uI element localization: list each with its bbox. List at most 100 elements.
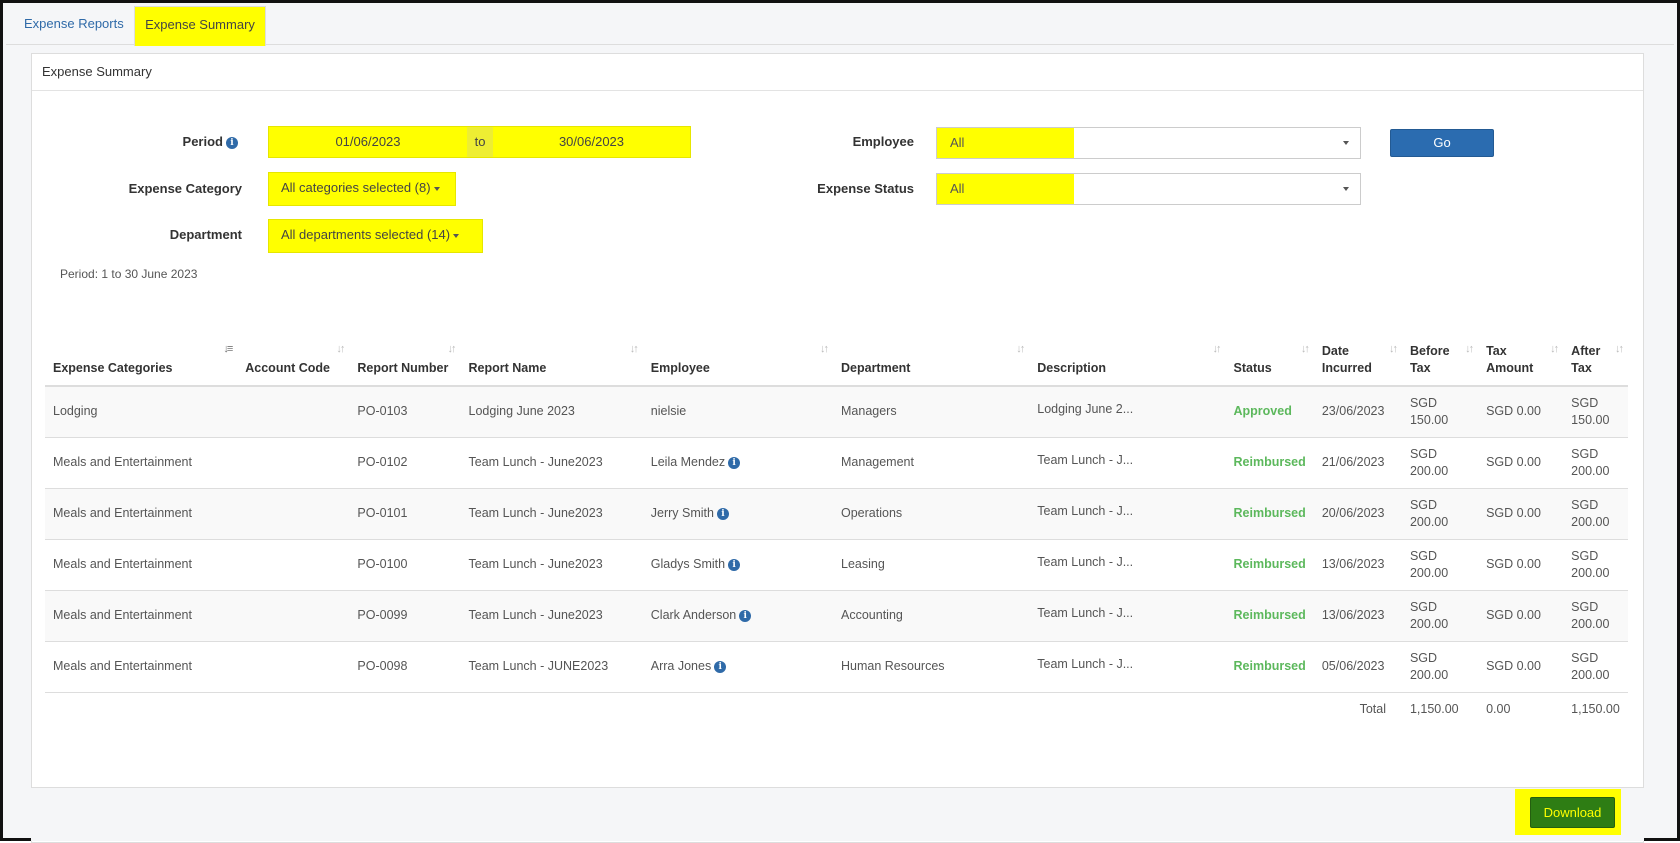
period-to-input[interactable]: 30/06/2023 [493, 127, 690, 157]
report-name-cell-text[interactable]: Team Lunch - June2023 [469, 557, 603, 571]
download-button[interactable]: Download [1530, 797, 1615, 828]
after-tax-cell: SGD 200.00 [1563, 641, 1628, 693]
table-row[interactable]: Meals and Entertainment PO-0102 Team Lunch… [45, 437, 1628, 489]
expense-status-value: All [937, 174, 1074, 204]
after-tax-cell-text: SGD 200.00 [1571, 497, 1610, 529]
status-cell-text: Approved [1233, 404, 1292, 419]
category-cell: Meals and Entertainment [45, 437, 238, 489]
account-code-cell [237, 437, 350, 489]
info-icon[interactable]: i [728, 558, 741, 571]
expense-status-select[interactable]: All [936, 173, 1361, 205]
before-tax-cell: SGD 200.00 [1401, 488, 1479, 540]
report-number-cell-text: PO-0100 [357, 557, 408, 571]
report-number-cell: PO-0099 [349, 590, 461, 642]
column-header[interactable]: Employee ↓↑ [642, 334, 833, 387]
table-row[interactable]: Meals and Entertainment PO-0099 Team Lunch… [45, 590, 1628, 642]
sort-icon[interactable]: ↓↑ [1550, 341, 1559, 358]
tax-amount-cell: SGD 0.00 [1478, 386, 1564, 438]
column-header[interactable]: Report Name ↓↑ [460, 334, 643, 387]
after-tax-cell-text: SGD 200.00 [1571, 599, 1610, 631]
info-icon[interactable]: i [716, 507, 729, 520]
info-icon[interactable]: i [728, 456, 741, 469]
column-header-label: Status [1233, 361, 1272, 375]
report-name-cell-text[interactable]: Lodging June 2023 [469, 404, 575, 418]
period-from-input[interactable]: 01/06/2023 [269, 127, 467, 157]
department-cell: Accounting [833, 590, 1030, 642]
report-number-cell: PO-0103 [349, 386, 461, 438]
tax-amount-cell: SGD 0.00 [1478, 437, 1564, 489]
sort-icon[interactable]: ↓↑ [448, 341, 457, 358]
date-incurred-cell-text: 13/06/2023 [1321, 557, 1385, 571]
date-incurred-cell-text: 13/06/2023 [1321, 608, 1385, 622]
go-button[interactable]: Go [1390, 129, 1494, 157]
description-cell: Lodging June 2... [1029, 386, 1226, 438]
column-header[interactable]: Report Number ↓↑ [349, 334, 461, 387]
report-name-cell-text[interactable]: Team Lunch - June2023 [469, 506, 603, 520]
description-cell: Team Lunch - J... [1029, 641, 1226, 693]
info-icon[interactable]: i [714, 660, 727, 673]
sort-icon[interactable]: ↓≡ [223, 341, 233, 358]
table-row[interactable]: Meals and Entertainment PO-0100 Team Lunch… [45, 539, 1628, 591]
info-icon[interactable]: i [226, 136, 238, 149]
table-total-row: Total 1,150.00 0.00 1,150.00 [45, 692, 1628, 726]
report-name-cell: Team Lunch - June2023 [460, 539, 643, 591]
after-tax-cell: SGD 200.00 [1563, 488, 1628, 540]
sort-icon[interactable]: ↓↑ [1213, 341, 1222, 358]
table-row[interactable]: Lodging PO-0103 Lodging June 2023 nielsie Ma… [45, 386, 1628, 438]
report-name-cell: Team Lunch - June2023 [460, 437, 643, 489]
expense-category-dropdown[interactable]: All categories selected (8) [268, 172, 456, 206]
sort-icon[interactable]: ↓↑ [1465, 341, 1474, 358]
tax-amount-cell: SGD 0.00 [1478, 488, 1564, 540]
description-cell-text: Team Lunch - J... [1037, 452, 1134, 467]
expense-status-label: Expense Status [817, 181, 914, 196]
sort-icon[interactable]: ↓↑ [336, 341, 345, 358]
tab-expense-summary[interactable]: Expense Summary [134, 6, 266, 46]
report-name-cell-text[interactable]: Team Lunch - JUNE2023 [469, 659, 609, 673]
sort-icon[interactable]: ↓↑ [820, 341, 829, 358]
department-dropdown[interactable]: All departments selected (14) [268, 219, 483, 253]
after-tax-cell-text: SGD 150.00 [1571, 395, 1610, 427]
employee-cell: Arra Jones i [642, 641, 833, 693]
tax-amount-cell-text: SGD 0.00 [1486, 608, 1541, 622]
employee-cell-text: Gladys Smith [650, 557, 726, 571]
column-header[interactable]: Account Code ↓↑ [237, 334, 350, 387]
before-tax-cell: SGD 200.00 [1401, 437, 1479, 489]
department-cell: Leasing [833, 539, 1030, 591]
department-cell-text: Human Resources [841, 659, 945, 673]
report-name-cell: Team Lunch - June2023 [460, 488, 643, 540]
column-header[interactable]: Date Incurred ↓↑ [1313, 334, 1402, 387]
employee-select[interactable]: All [936, 127, 1361, 159]
column-header-label: After Tax [1571, 344, 1601, 375]
table-row[interactable]: Meals and Entertainment PO-0101 Team Lunch… [45, 488, 1628, 540]
department-cell: Human Resources [833, 641, 1030, 693]
sort-icon[interactable]: ↓↑ [1016, 341, 1025, 358]
report-name-cell-text[interactable]: Team Lunch - June2023 [469, 608, 603, 622]
department-cell-text: Operations [841, 506, 903, 520]
sort-icon[interactable]: ↓↑ [630, 341, 639, 358]
column-header[interactable]: After Tax ↓↑ [1563, 334, 1628, 387]
total-label: Total [45, 692, 1402, 726]
period-label: Period i [150, 134, 238, 149]
column-header[interactable]: Description ↓↑ [1029, 334, 1226, 387]
tab-expense-reports[interactable]: Expense Reports [10, 6, 138, 46]
report-name-cell-text[interactable]: Team Lunch - June2023 [469, 455, 603, 469]
description-cell-text: Team Lunch - J... [1037, 503, 1134, 518]
before-tax-cell-text: SGD 200.00 [1409, 650, 1449, 682]
sort-icon[interactable]: ↓↑ [1615, 341, 1624, 358]
info-icon[interactable]: i [739, 609, 752, 622]
description-cell: Team Lunch - J... [1029, 539, 1226, 591]
status-cell: Approved [1225, 386, 1314, 438]
column-header[interactable]: Status ↓↑ [1225, 334, 1314, 387]
column-header[interactable]: Before Tax ↓↑ [1401, 334, 1479, 387]
department-value: All departments selected (14) [281, 227, 451, 242]
sort-icon[interactable]: ↓↑ [1301, 341, 1310, 358]
sort-icon[interactable]: ↓↑ [1389, 341, 1398, 358]
caret-down-icon [453, 233, 460, 238]
column-header[interactable]: Expense Categories ↓≡ [45, 334, 238, 387]
account-code-cell [237, 539, 350, 591]
tax-amount-cell: SGD 0.00 [1478, 641, 1564, 693]
table-row[interactable]: Meals and Entertainment PO-0098 Team Lunch… [45, 641, 1628, 693]
column-header-label: Department [841, 361, 911, 375]
column-header[interactable]: Department ↓↑ [833, 334, 1030, 387]
column-header[interactable]: Tax Amount ↓↑ [1478, 334, 1564, 387]
